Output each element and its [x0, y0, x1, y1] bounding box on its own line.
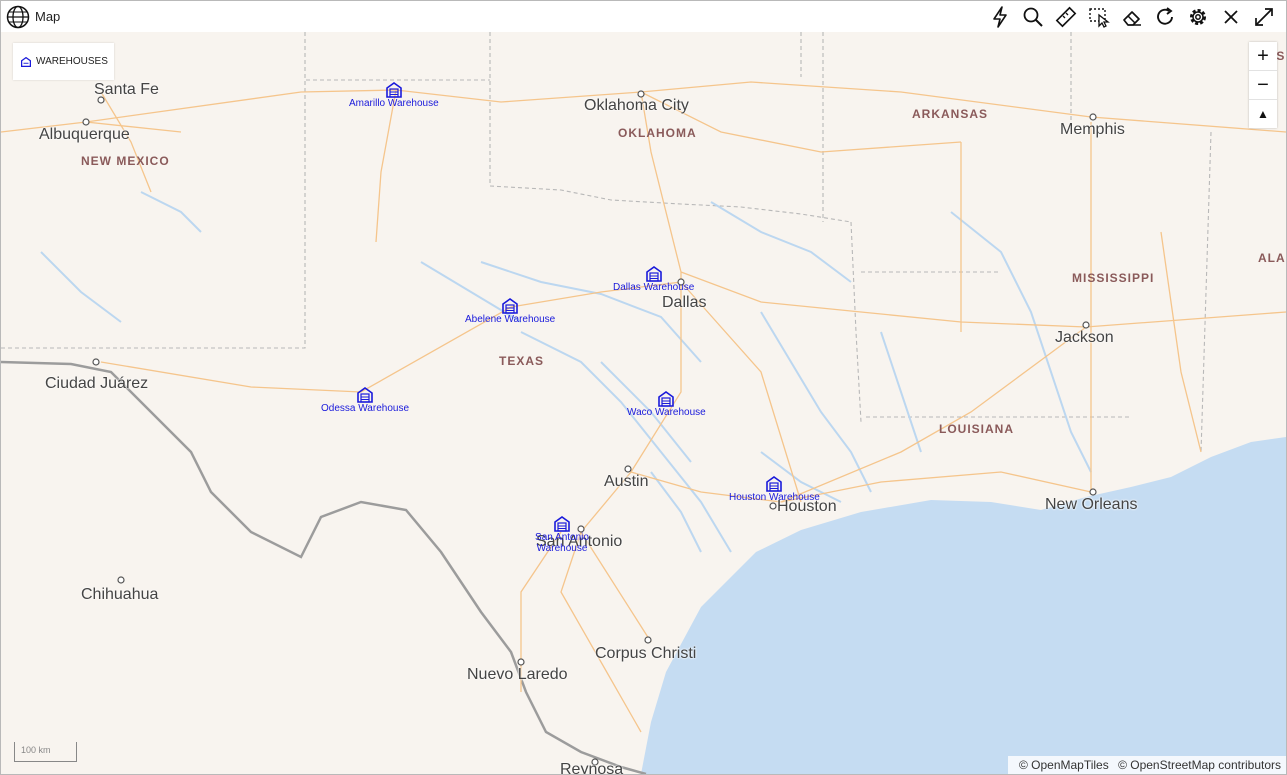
close-icon[interactable] [1214, 4, 1247, 30]
warehouse-icon [386, 82, 402, 98]
warehouse-label: Odessa Warehouse [321, 403, 410, 414]
map-window: Map Santa Fe Albuquerque Oklahoma City M… [0, 0, 1287, 775]
warehouse-label: Dallas Warehouse [613, 282, 695, 293]
state-label: NEW MEXICO [81, 154, 170, 168]
globe-icon [6, 5, 30, 29]
refresh-icon[interactable] [1148, 4, 1181, 30]
eraser-icon[interactable] [1115, 4, 1148, 30]
warehouse-marker[interactable]: Amarillo Warehouse [349, 82, 439, 109]
zoom-out-button[interactable]: − [1249, 71, 1277, 100]
title-bar: Map [1, 1, 1286, 32]
warehouse-marker[interactable]: Dallas Warehouse [613, 266, 694, 293]
city-label: Memphis [1060, 121, 1125, 138]
search-icon[interactable] [1016, 4, 1049, 30]
city-label: Albuquerque [39, 126, 130, 143]
warehouse-icon [658, 391, 675, 407]
city-label: New Orleans [1045, 496, 1138, 513]
city-label: Austin [604, 473, 649, 490]
layer-label: WAREHOUSES [36, 56, 108, 67]
layer-legend[interactable]: WAREHOUSES [13, 43, 114, 80]
state-label: MISSISSIPPI [1072, 271, 1155, 285]
warehouse-marker[interactable]: Waco Warehouse [627, 391, 706, 418]
window-title: Map [35, 9, 61, 24]
warehouse-icon [645, 266, 662, 282]
state-label: TEXAS [499, 354, 545, 368]
state-label: ALA [1258, 251, 1286, 265]
state-label: ARKANSAS [912, 107, 989, 121]
warehouse-icon [21, 56, 31, 67]
city-label: Jackson [1055, 329, 1114, 346]
map-canvas[interactable]: Santa Fe Albuquerque Oklahoma City Memph… [1, 32, 1286, 774]
city-label: Ciudad Juárez [45, 375, 149, 392]
warehouse-marker[interactable]: Houston Warehouse [729, 476, 820, 503]
state-label: OKLAHOMA [618, 126, 697, 140]
warehouse-icon [554, 516, 570, 532]
zoom-controls: + − ▲ [1249, 42, 1277, 128]
select-area-icon[interactable] [1082, 4, 1115, 30]
attribution: © OpenMapTiles © OpenStreetMap contribut… [1007, 756, 1286, 774]
city-label: Corpus Christi [595, 645, 697, 662]
zoom-in-button[interactable]: + [1249, 42, 1277, 71]
warehouse-label: Abelene Warehouse [465, 314, 556, 325]
toolbar [983, 4, 1280, 30]
warehouse-label: San Antonio Warehouse [535, 532, 589, 554]
city-label: Chihuahua [81, 586, 159, 603]
attribution-openmaptiles[interactable]: © OpenMapTiles [1019, 758, 1109, 772]
compass-reset-button[interactable]: ▲ [1249, 100, 1277, 128]
scale-label: 100 km [21, 745, 51, 755]
warehouse-label: Waco Warehouse [627, 407, 706, 418]
state-label: LOUISIANA [939, 422, 1014, 436]
warehouse-marker[interactable]: San Antonio Warehouse [533, 516, 591, 554]
city-label: Santa Fe [94, 81, 159, 98]
scale-bar: 100 km [14, 742, 77, 762]
city-label: Reynosa [560, 761, 624, 775]
warehouse-icon [502, 298, 518, 314]
warehouse-icon [766, 476, 783, 492]
lightning-icon[interactable] [983, 4, 1016, 30]
warehouse-label: Houston Warehouse [729, 492, 820, 503]
city-label: Nuevo Laredo [467, 666, 568, 683]
expand-icon[interactable] [1247, 4, 1280, 30]
ruler-icon[interactable] [1049, 4, 1082, 30]
warehouse-label: Amarillo Warehouse [349, 98, 439, 109]
warehouse-icon [357, 387, 373, 403]
city-label: Dallas [662, 294, 707, 311]
attribution-osm[interactable]: © OpenStreetMap contributors [1118, 758, 1281, 772]
warehouse-marker[interactable]: Odessa Warehouse [321, 387, 409, 414]
north-arrow-icon: ▲ [1257, 107, 1269, 121]
warehouse-marker[interactable]: Abelene Warehouse [465, 298, 555, 325]
gear-icon[interactable] [1181, 4, 1214, 30]
city-label: Oklahoma City [584, 97, 689, 114]
